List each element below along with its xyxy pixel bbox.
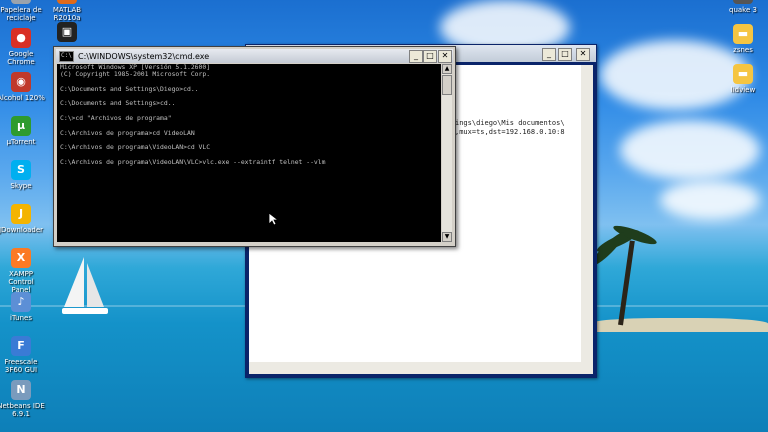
desktop-icon-recycle-bin[interactable]: ♻ Papelera dereciclaje bbox=[0, 0, 46, 22]
alcohol-icon: ◉ bbox=[11, 72, 31, 92]
console-line: C:\Archivos de programa\VideoLAN\VLC>vlc… bbox=[60, 157, 326, 166]
mouse-cursor-icon bbox=[268, 212, 278, 226]
console-line: C:\>cd "Archivos de programa" bbox=[60, 114, 172, 123]
desktop-icon-label: iTunes bbox=[10, 314, 32, 322]
desktop-icon-label: Freescale 3F60 GUI bbox=[4, 358, 38, 374]
sky-cloud bbox=[620, 120, 760, 180]
desktop-icon-freescale[interactable]: F Freescale 3F60 GUI bbox=[0, 336, 46, 374]
skype-icon: S bbox=[11, 160, 31, 180]
desktop-icon-xampp[interactable]: X XAMPP Control Panel bbox=[0, 248, 46, 294]
desktop-icon-folder[interactable]: ▬ zsnes bbox=[718, 24, 768, 54]
desktop-icon-itunes[interactable]: ♪ iTunes bbox=[0, 292, 46, 322]
minimize-button[interactable]: _ bbox=[409, 50, 423, 63]
close-button[interactable]: ✕ bbox=[576, 48, 590, 61]
desktop-icon-label: quake 3 bbox=[729, 6, 757, 14]
desktop-icon-chrome[interactable]: ● Google Chrome bbox=[0, 28, 46, 66]
cmd-title: C:\WINDOWS\system32\cmd.exe bbox=[78, 51, 210, 61]
close-button[interactable]: ✕ bbox=[438, 50, 452, 63]
desktop-icon-label: XAMPP Control Panel bbox=[8, 270, 34, 294]
sailboat bbox=[62, 257, 108, 314]
desktop-icon-jdownloader[interactable]: J JDownloader bbox=[0, 204, 46, 234]
cmd-titlebar[interactable]: C:\ C:\WINDOWS\system32\cmd.exe _ □ ✕ bbox=[56, 49, 453, 63]
matlab-icon: M bbox=[57, 0, 77, 4]
desktop-icon-utorrent[interactable]: µ µTorrent bbox=[0, 116, 46, 146]
desktop-icon-label: Alcohol 120% bbox=[0, 94, 45, 102]
console-line: C:\Archivos de programa>cd VideoLAN bbox=[60, 128, 195, 137]
scroll-down-arrow-icon[interactable]: ▼ bbox=[442, 232, 452, 242]
vertical-scrollbar[interactable] bbox=[581, 65, 593, 362]
desktop-icon-label: lidview bbox=[730, 86, 756, 94]
horizontal-scrollbar[interactable] bbox=[249, 362, 593, 374]
console-line: C:\Documents and Settings\Diego>cd.. bbox=[60, 84, 199, 93]
sky-cloud bbox=[660, 180, 760, 220]
itunes-icon: ♪ bbox=[11, 292, 31, 312]
background-window-text: ings\diego\Mis documentos\ ,mux=ts,dst=1… bbox=[455, 119, 565, 136]
camera-icon: ▣ bbox=[57, 22, 77, 42]
folder-icon: ▬ bbox=[733, 24, 753, 44]
desktop-icon-camera[interactable]: ▣ bbox=[42, 22, 92, 44]
recycle-bin-icon: ♻ bbox=[11, 0, 31, 4]
scroll-up-arrow-icon[interactable]: ▲ bbox=[442, 64, 452, 74]
chrome-icon: ● bbox=[11, 28, 31, 48]
desktop-icon-folder[interactable]: ▬ lidview bbox=[718, 64, 768, 94]
palm-tree bbox=[588, 222, 660, 326]
scroll-thumb[interactable] bbox=[442, 75, 452, 95]
desktop-icon-label: µTorrent bbox=[6, 138, 36, 146]
desktop-icon-label: Google Chrome bbox=[7, 50, 35, 66]
desktop-icon-label: Papelera de reciclaje bbox=[0, 6, 42, 22]
desktop-icon-label: JDownloader bbox=[0, 226, 44, 234]
console-line: C:\Documents and Settings>cd.. bbox=[60, 99, 176, 108]
console-line: C:\Archivos de programa\VideoLAN>cd VLC bbox=[60, 143, 211, 152]
desktop-icon-quake[interactable]: quake 3 bbox=[718, 0, 768, 14]
folder-icon: ▬ bbox=[733, 64, 753, 84]
console-scrollbar[interactable]: ▲ ▼ bbox=[442, 64, 452, 242]
freescale-icon: F bbox=[11, 336, 31, 356]
utorrent-icon: µ bbox=[11, 116, 31, 136]
desktop-icon-label: zsnes bbox=[733, 46, 753, 54]
minimize-button[interactable]: _ bbox=[542, 48, 556, 61]
xampp-icon: X bbox=[11, 248, 31, 268]
desktop-icon-netbeans[interactable]: N Netbeans IDE 6.9.1 bbox=[0, 380, 46, 418]
desktop-icon-skype[interactable]: S Skype bbox=[0, 160, 46, 190]
netbeans-icon: N bbox=[11, 380, 31, 400]
console-icon: C:\ bbox=[59, 50, 74, 62]
desktop-icon-label: Skype bbox=[10, 182, 32, 190]
cmd-window[interactable]: C:\ C:\WINDOWS\system32\cmd.exe _ □ ✕ Mi… bbox=[53, 46, 456, 247]
desktop-icon-label: MATLAB R2010a bbox=[52, 6, 82, 22]
quake-icon bbox=[733, 0, 753, 4]
maximize-button[interactable]: □ bbox=[558, 48, 572, 61]
console-output[interactable]: Microsoft Windows XP [Versión 5.1.2600](… bbox=[57, 64, 441, 242]
desktop-icon-label: Netbeans IDE 6.9.1 bbox=[0, 402, 45, 418]
desktop-icon-matlab[interactable]: M MATLABR2010a bbox=[42, 0, 92, 22]
jdownloader-icon: J bbox=[11, 204, 31, 224]
desktop-icon-alcohol[interactable]: ◉ Alcohol 120% bbox=[0, 72, 46, 102]
maximize-button[interactable]: □ bbox=[423, 50, 437, 63]
console-line: (C) Copyright 1985-2001 Microsoft Corp. bbox=[60, 70, 211, 79]
